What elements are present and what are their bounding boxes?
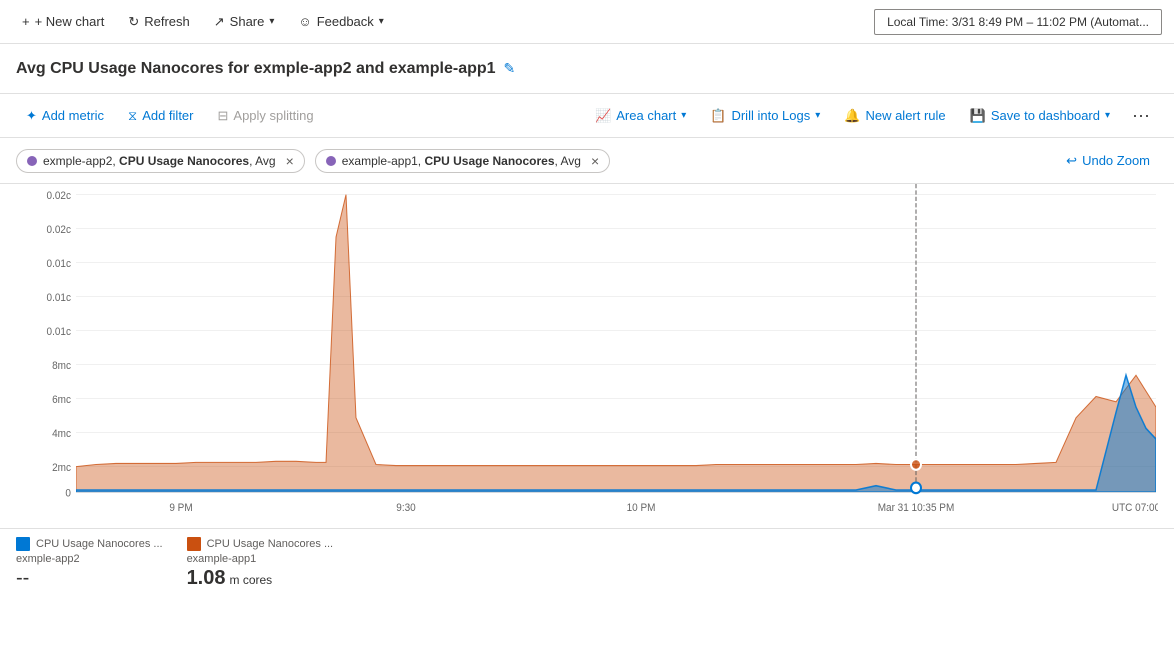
- legend-unit-2: m cores: [230, 573, 273, 587]
- new-alert-rule-button[interactable]: 🔔 New alert rule: [834, 103, 955, 129]
- legend-value-1: --: [16, 567, 163, 590]
- add-filter-button[interactable]: ⧖ Add filter: [118, 103, 203, 129]
- legend-item-2: CPU Usage Nanocores ... example-app1 1.0…: [187, 537, 334, 590]
- legend-color-bar-1: [16, 537, 30, 551]
- svg-text:Mar 31 10:35 PM: Mar 31 10:35 PM: [878, 503, 955, 514]
- metric-tag-1: exmple-app2, CPU Usage Nanocores, Avg ×: [16, 149, 305, 173]
- chevron-down-icon: ▾: [379, 16, 384, 27]
- legend-sub-1: exmple-app2: [16, 553, 163, 565]
- legend-header-2: CPU Usage Nanocores ...: [187, 537, 334, 551]
- undo-zoom-button[interactable]: ↩ Undo Zoom: [1058, 149, 1158, 173]
- refresh-icon: ↻: [128, 14, 139, 30]
- edit-icon[interactable]: ✎: [504, 60, 516, 77]
- metric-tag-label-2: example-app1, CPU Usage Nanocores, Avg: [342, 154, 581, 168]
- share-icon: ↗: [214, 14, 225, 30]
- plus-icon: +: [22, 14, 30, 29]
- add-metric-button[interactable]: ✦ Add metric: [16, 103, 114, 129]
- metric-tag-label-1: exmple-app2, CPU Usage Nanocores, Avg: [43, 154, 276, 168]
- svg-text:9 PM: 9 PM: [169, 503, 192, 514]
- legend-item-1: CPU Usage Nanocores ... exmple-app2 --: [16, 537, 163, 590]
- svg-text:10 PM: 10 PM: [627, 503, 656, 514]
- svg-text:0: 0: [65, 488, 71, 499]
- svg-text:0.01c: 0.01c: [47, 293, 71, 304]
- refresh-button[interactable]: ↻ Refresh: [118, 9, 199, 35]
- svg-text:0.02c: 0.02c: [47, 191, 71, 202]
- chevron-down-icon: ▾: [815, 110, 820, 121]
- action-toolbar: ✦ Add metric ⧖ Add filter ⊟ Apply splitt…: [0, 94, 1174, 138]
- legend-color-bar-2: [187, 537, 201, 551]
- svg-text:0.01c: 0.01c: [47, 327, 71, 338]
- svg-text:8mc: 8mc: [52, 361, 71, 372]
- chart-container: 0.02c 0.02c 0.01c 0.01c 0.01c 8mc 6mc 4m…: [0, 184, 1174, 524]
- chevron-down-icon: ▾: [269, 16, 274, 27]
- filter-icon: ⧖: [128, 108, 137, 124]
- metric-tag-2: example-app1, CPU Usage Nanocores, Avg ×: [315, 149, 610, 173]
- legend-sub-2: example-app1: [187, 553, 334, 565]
- svg-text:0.02c: 0.02c: [47, 225, 71, 236]
- metric-tags-container: exmple-app2, CPU Usage Nanocores, Avg × …: [0, 138, 1174, 184]
- add-metric-icon: ✦: [26, 108, 37, 124]
- svg-text:9:30: 9:30: [396, 503, 416, 514]
- chevron-down-icon: ▾: [1105, 110, 1110, 121]
- area-chart-button[interactable]: 📈 Area chart ▾: [585, 103, 696, 129]
- top-toolbar: + + New chart ↻ Refresh ↗ Share ▾ ☺ Feed…: [0, 0, 1174, 44]
- undo-zoom-icon: ↩: [1066, 153, 1077, 169]
- area-chart-icon: 📈: [595, 108, 611, 124]
- svg-text:UTC 07:00: UTC 07:00: [1112, 503, 1158, 514]
- chart-svg: 0.02c 0.02c 0.01c 0.01c 0.01c 8mc 6mc 4m…: [16, 184, 1158, 524]
- feedback-icon: ☺: [298, 14, 311, 29]
- new-chart-button[interactable]: + + New chart: [12, 9, 114, 34]
- legend-value-2: 1.08: [187, 567, 226, 590]
- feedback-button[interactable]: ☺ Feedback ▾: [288, 9, 393, 34]
- apply-splitting-button[interactable]: ⊟ Apply splitting: [208, 103, 324, 129]
- share-button[interactable]: ↗ Share ▾: [204, 9, 285, 35]
- save-icon: 💾: [970, 108, 986, 124]
- legend-area: CPU Usage Nanocores ... exmple-app2 -- C…: [0, 528, 1174, 598]
- legend-header-1: CPU Usage Nanocores ...: [16, 537, 163, 551]
- more-options-button[interactable]: ···: [1124, 103, 1158, 128]
- legend-label-2: CPU Usage Nanocores ...: [207, 538, 334, 550]
- save-to-dashboard-button[interactable]: 💾 Save to dashboard ▾: [960, 103, 1120, 129]
- title-bar: Avg CPU Usage Nanocores for exmple-app2 …: [0, 44, 1174, 94]
- drill-into-logs-button[interactable]: 📋 Drill into Logs ▾: [700, 103, 830, 129]
- svg-text:4mc: 4mc: [52, 429, 71, 440]
- svg-text:0.01c: 0.01c: [47, 259, 71, 270]
- metric-tag-close-1[interactable]: ×: [286, 154, 294, 168]
- metric-tag-dot-2: [326, 156, 336, 166]
- svg-text:6mc: 6mc: [52, 395, 71, 406]
- svg-text:2mc: 2mc: [52, 463, 71, 474]
- chevron-down-icon: ▾: [681, 110, 686, 121]
- splitting-icon: ⊟: [218, 108, 229, 124]
- metric-tag-close-2[interactable]: ×: [591, 154, 599, 168]
- top-toolbar-left: + + New chart ↻ Refresh ↗ Share ▾ ☺ Feed…: [12, 9, 874, 35]
- top-toolbar-right: Local Time: 3/31 8:49 PM – 11:02 PM (Aut…: [874, 9, 1162, 35]
- time-range-button[interactable]: Local Time: 3/31 8:49 PM – 11:02 PM (Aut…: [874, 9, 1162, 35]
- logs-icon: 📋: [710, 108, 726, 124]
- alert-icon: 🔔: [844, 108, 860, 124]
- chart-title: Avg CPU Usage Nanocores for exmple-app2 …: [16, 60, 496, 78]
- metric-tag-dot-1: [27, 156, 37, 166]
- legend-label-1: CPU Usage Nanocores ...: [36, 538, 163, 550]
